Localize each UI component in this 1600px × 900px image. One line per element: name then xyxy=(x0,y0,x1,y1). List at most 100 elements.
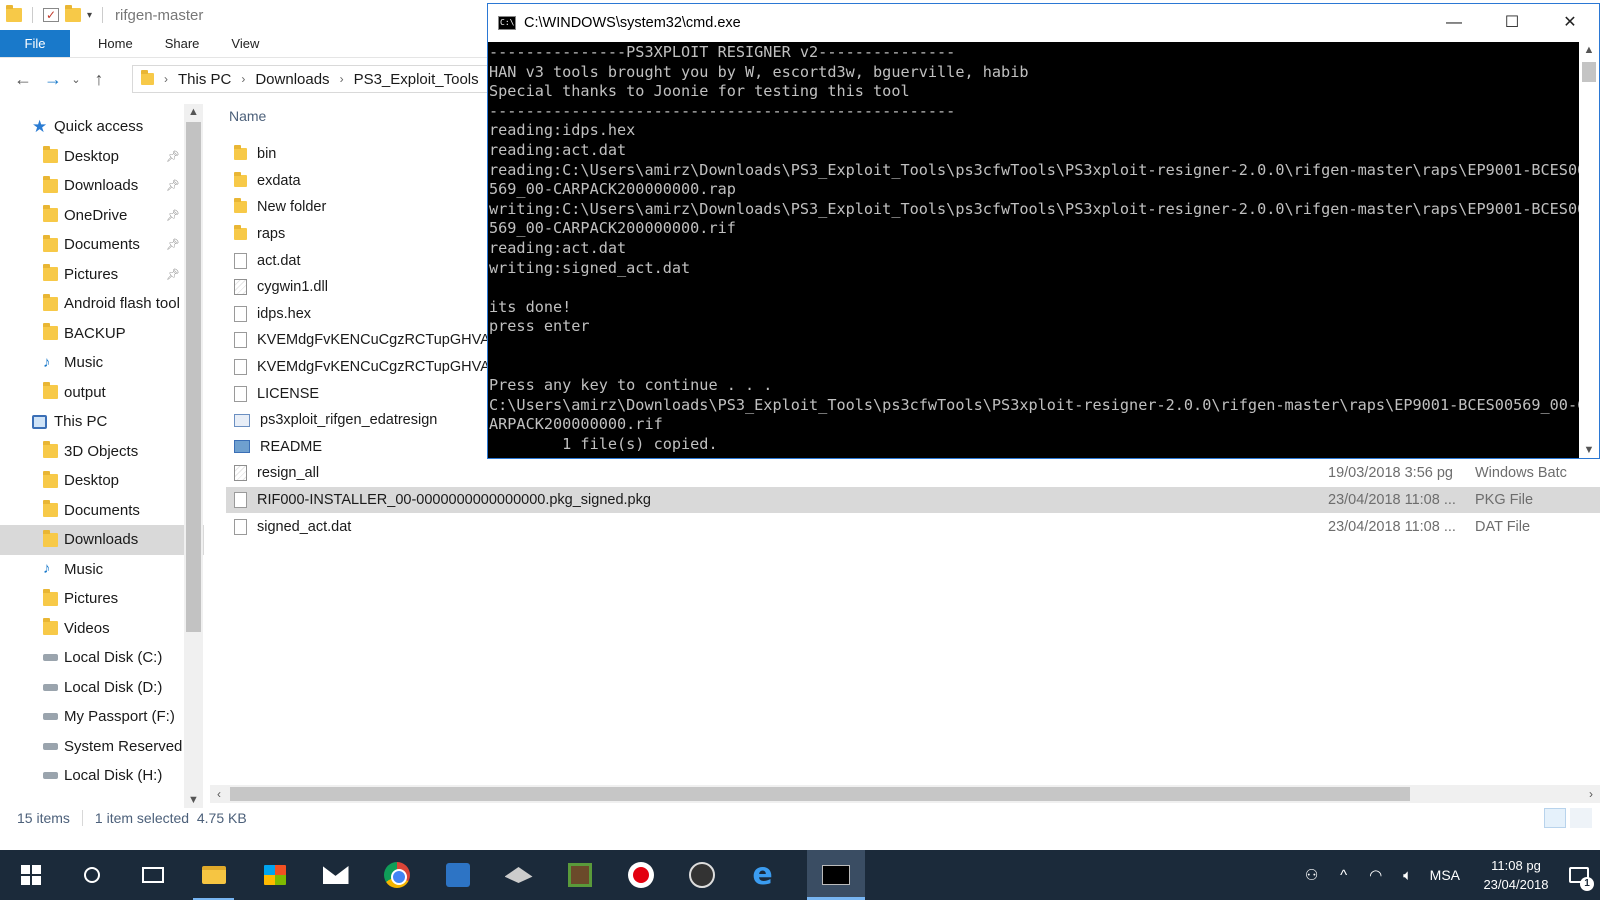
file-row[interactable]: signed_act.dat 23/04/2018 11:08 ... DAT Fi… xyxy=(226,513,1600,540)
tab-home[interactable]: Home xyxy=(82,30,149,57)
sidebar-item[interactable]: output xyxy=(0,378,204,408)
column-header-name[interactable]: Name xyxy=(229,104,266,129)
recent-locations-chevron-icon[interactable]: ⌄ xyxy=(68,73,84,86)
chevron-right-icon[interactable]: › xyxy=(241,72,245,86)
recorder-app[interactable] xyxy=(610,850,671,900)
chevron-right-icon[interactable]: › xyxy=(340,72,344,86)
new-folder-icon[interactable] xyxy=(65,5,81,22)
sidebar-item-label: output xyxy=(64,383,106,401)
folder-icon xyxy=(43,441,58,459)
tab-file[interactable]: File xyxy=(0,30,70,57)
sidebar-item[interactable]: Local Disk (D:) xyxy=(0,673,204,703)
scroll-up-icon[interactable]: ▲ xyxy=(184,106,203,118)
language-indicator[interactable]: MSA xyxy=(1430,867,1460,883)
details-view-icon[interactable] xyxy=(1544,808,1566,828)
mail-icon xyxy=(322,866,349,884)
sidebar-item[interactable]: Documents xyxy=(0,496,204,526)
breadcrumb-downloads[interactable]: Downloads xyxy=(255,71,329,88)
sidebar-item[interactable]: ♪ Music xyxy=(0,555,204,585)
sidebar-item[interactable]: Videos xyxy=(0,614,204,644)
minecraft-icon xyxy=(567,863,592,887)
file-explorer-app[interactable] xyxy=(183,850,244,900)
task-view-button[interactable] xyxy=(122,850,183,900)
window-controls: — ☐ ✕ xyxy=(1425,4,1599,42)
up-arrow-icon[interactable]: ↑ xyxy=(84,69,114,90)
disk-icon xyxy=(43,654,58,662)
sidebar-item[interactable]: Desktop xyxy=(0,466,204,496)
large-icons-view-icon[interactable] xyxy=(1570,808,1592,828)
sidebar-item[interactable]: Local Disk (C:) xyxy=(0,643,204,673)
obs-icon xyxy=(688,862,715,888)
file-row[interactable]: resign_all 19/03/2018 3:56 pg Windows Batc xyxy=(226,460,1600,487)
sidebar-item[interactable]: OneDrive 📌︎ xyxy=(0,201,204,231)
properties-icon[interactable]: ✓ xyxy=(43,8,59,22)
people-icon[interactable]: ⚇ xyxy=(1296,866,1328,884)
file-name: resign_all xyxy=(257,465,320,482)
scroll-left-icon[interactable]: ‹ xyxy=(210,785,228,803)
sidebar-item[interactable]: 3D Objects xyxy=(0,437,204,467)
maximize-icon[interactable]: ☐ xyxy=(1483,4,1541,42)
start-button[interactable] xyxy=(0,850,61,900)
console-output[interactable]: ---------------PS3XPLOIT RESIGNER v2----… xyxy=(489,42,1582,458)
sidebar-item[interactable]: Local Disk (H:) xyxy=(0,761,204,791)
sidebar-item[interactable]: Downloads 📌︎ xyxy=(0,171,204,201)
store-icon xyxy=(263,865,286,885)
scroll-down-icon[interactable]: ▼ xyxy=(184,794,203,806)
minecraft-app[interactable] xyxy=(549,850,610,900)
sidebar-item[interactable]: Pictures 📌︎ xyxy=(0,260,204,290)
console-line: 1 file(s) copied. xyxy=(489,434,718,453)
sidebar-item[interactable]: ★ Quick access xyxy=(0,112,204,142)
folder-icon xyxy=(43,293,58,311)
sidebar-item[interactable]: Android flash tool xyxy=(0,289,204,319)
wifi-icon[interactable]: ◠ xyxy=(1360,866,1392,884)
customize-toolbar-icon[interactable]: ▾ xyxy=(87,10,92,21)
breadcrumb-ps3-exploit-tools[interactable]: PS3_Exploit_Tools xyxy=(354,71,479,88)
sidebar-item[interactable]: ♪ Music xyxy=(0,348,204,378)
file-type: DAT File xyxy=(1475,518,1531,535)
volume-icon[interactable]: 🔈︎ xyxy=(1392,867,1424,884)
system-tray: ⚇ ^ ◠ 🔈︎ MSA 11:08 pg 23/04/2018 1 xyxy=(1296,850,1600,900)
chevron-up-icon[interactable]: ^ xyxy=(1328,867,1360,884)
console-line: HAN v3 tools brought you by W, escortd3w… xyxy=(489,62,1029,81)
clock[interactable]: 11:08 pg 23/04/2018 xyxy=(1474,856,1558,894)
sidebar-item[interactable]: This PC xyxy=(0,407,204,437)
action-center-button[interactable]: 1 xyxy=(1558,850,1600,900)
sidebar-item[interactable]: BACKUP xyxy=(0,319,204,349)
file-name: RIF000-INSTALLER_00-0000000000000000.pkg… xyxy=(257,492,651,509)
file-row[interactable]: RIF000-INSTALLER_00-0000000000000000.pkg… xyxy=(226,486,1600,514)
scroll-down-icon[interactable]: ▼ xyxy=(1579,444,1599,456)
horizontal-scrollbar[interactable]: ‹ › xyxy=(210,785,1600,803)
dark-app[interactable] xyxy=(488,850,549,900)
folder-icon xyxy=(201,866,226,884)
forward-arrow-icon[interactable]: → xyxy=(38,69,68,90)
console-scrollbar[interactable]: ▲ ▼ xyxy=(1579,42,1599,458)
scroll-right-icon[interactable]: › xyxy=(1582,785,1600,803)
sidebar-item[interactable]: My Passport (F:) xyxy=(0,702,204,732)
sidebar-item[interactable]: Downloads xyxy=(0,525,204,555)
store-app[interactable] xyxy=(244,850,305,900)
edge-app[interactable]: e xyxy=(732,850,793,900)
breadcrumb-this-pc[interactable]: This PC xyxy=(178,71,231,88)
scroll-up-icon[interactable]: ▲ xyxy=(1579,44,1599,56)
navigation-pane-scrollbar[interactable]: ▲ ▼ xyxy=(184,104,203,808)
ps3-tool-app[interactable] xyxy=(427,850,488,900)
scrollbar-thumb[interactable] xyxy=(1582,62,1596,82)
scrollbar-thumb[interactable] xyxy=(230,787,1410,801)
mail-app[interactable] xyxy=(305,850,366,900)
search-button[interactable] xyxy=(61,850,122,900)
item-count: 15 items xyxy=(17,810,70,826)
chrome-app[interactable] xyxy=(366,850,427,900)
sidebar-item[interactable]: System Reserved ( xyxy=(0,732,204,762)
minimize-icon[interactable]: — xyxy=(1425,4,1483,42)
scrollbar-thumb[interactable] xyxy=(186,122,201,632)
sidebar-item-label: Local Disk (D:) xyxy=(64,678,163,696)
sidebar-item[interactable]: Documents 📌︎ xyxy=(0,230,204,260)
obs-app[interactable] xyxy=(671,850,732,900)
cmd-app[interactable] xyxy=(807,850,865,900)
close-icon[interactable]: ✕ xyxy=(1541,4,1599,42)
back-arrow-icon[interactable]: ← xyxy=(8,69,38,90)
sidebar-item[interactable]: Pictures xyxy=(0,584,204,614)
sidebar-item[interactable]: Desktop 📌︎ xyxy=(0,142,204,172)
tab-share[interactable]: Share xyxy=(149,30,216,57)
tab-view[interactable]: View xyxy=(215,30,275,57)
